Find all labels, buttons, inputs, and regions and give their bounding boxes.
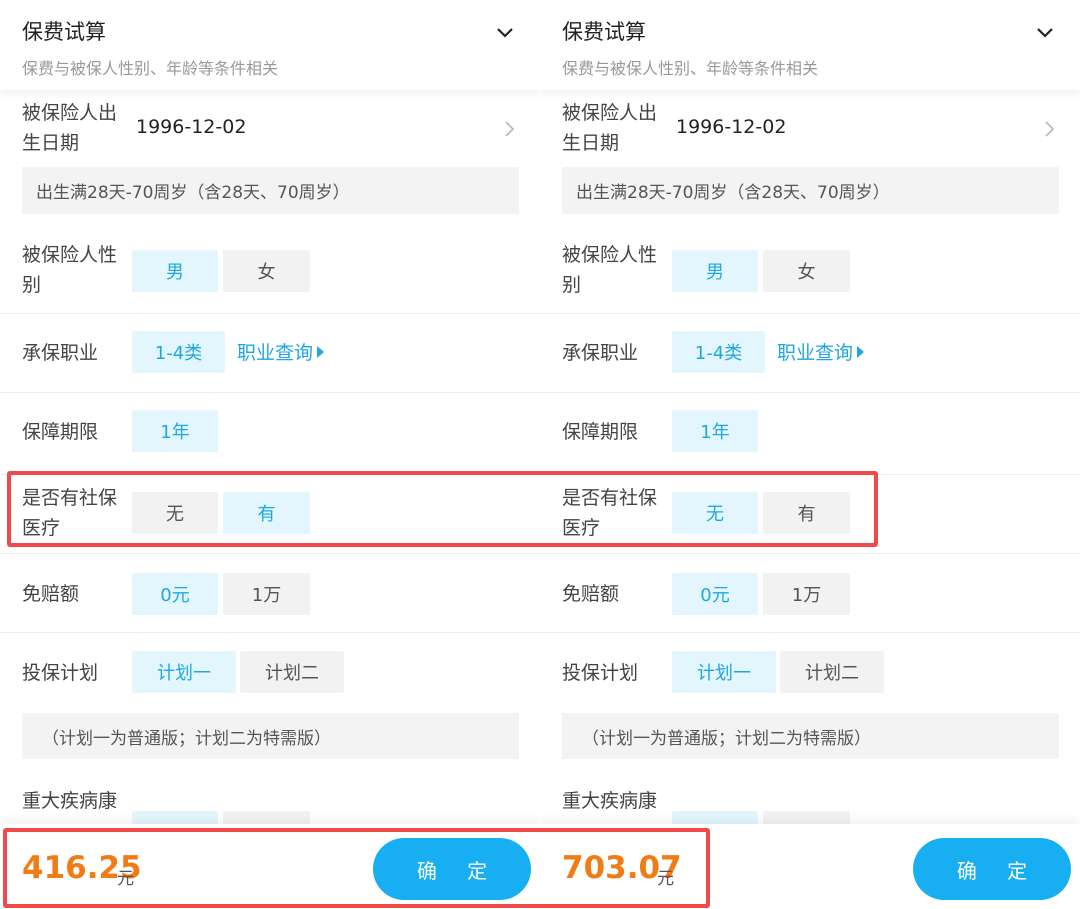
deductible-label: 免赔额	[22, 583, 80, 605]
plan-option-one[interactable]: 计划一	[132, 651, 236, 693]
social-insurance-row: 是否有社保 医疗 无 有	[0, 475, 540, 554]
plan-note: （计划一为普通版；计划二为特需版）	[562, 713, 1059, 759]
panel-header[interactable]: 保费试算 保费与被保人性别、年龄等条件相关	[540, 0, 1080, 90]
occupation-option[interactable]: 1-4类	[132, 331, 225, 373]
gender-label: 被保险人性 别	[562, 240, 670, 300]
gender-option-male[interactable]: 男	[132, 250, 218, 292]
occupation-lookup-link[interactable]: 职业查询	[237, 338, 325, 365]
confirm-button[interactable]: 确 定	[913, 838, 1071, 900]
social-option-yes[interactable]: 有	[223, 492, 310, 534]
term-row: 保障期限 1年	[540, 393, 1080, 475]
deductible-option-10k[interactable]: 1万	[763, 573, 850, 615]
critical-illness-label: 重大疾病康	[22, 790, 118, 812]
occupation-lookup-link[interactable]: 职业查询	[777, 338, 865, 365]
birth-date-row[interactable]: 被保险人出 生日期 1996-12-02 出生满28天-70周岁（含28天、70…	[540, 90, 1080, 230]
term-row: 保障期限 1年	[0, 393, 540, 475]
plan-option-two[interactable]: 计划二	[780, 651, 884, 693]
birth-date-label: 被保险人出 生日期	[562, 98, 670, 158]
term-label: 保障期限	[562, 421, 639, 443]
chevron-down-icon[interactable]	[496, 24, 514, 42]
occupation-lookup-label: 职业查询	[777, 342, 854, 364]
caret-right-icon	[857, 345, 865, 358]
birth-date-note: 出生满28天-70周岁（含28天、70周岁）	[22, 167, 519, 214]
deductible-label: 免赔额	[562, 583, 620, 605]
social-insurance-label: 是否有社保 医疗	[22, 483, 130, 543]
occupation-row: 承保职业 1-4类 职业查询	[540, 314, 1080, 393]
birth-date-row[interactable]: 被保险人出 生日期 1996-12-02 出生满28天-70周岁（含28天、70…	[0, 90, 540, 230]
plan-option-two[interactable]: 计划二	[240, 651, 344, 693]
gender-option-female[interactable]: 女	[223, 250, 310, 292]
birth-date-label-line2: 生日期	[22, 132, 80, 154]
birth-date-label: 被保险人出 生日期	[22, 98, 130, 158]
social-insurance-label: 是否有社保 医疗	[562, 483, 670, 543]
premium-calculator-panel-left: 保费试算 保费与被保人性别、年龄等条件相关 被保险人出 生日期 1996-12-…	[0, 0, 540, 909]
gender-label-line2: 别	[562, 274, 582, 296]
panel-subtitle: 保费与被保人性别、年龄等条件相关	[562, 59, 819, 78]
critical-illness-row: 重大疾病康	[540, 773, 1080, 824]
premium-calculator-panel-right: 保费试算 保费与被保人性别、年龄等条件相关 被保险人出 生日期 1996-12-…	[540, 0, 1080, 909]
gender-label-line1: 被保险人性	[562, 244, 658, 266]
chevron-right-icon[interactable]	[504, 120, 516, 138]
critical-option-2[interactable]	[223, 811, 310, 824]
occupation-label: 承保职业	[562, 342, 639, 364]
panel-header[interactable]: 保费试算 保费与被保人性别、年龄等条件相关	[0, 0, 540, 90]
term-option[interactable]: 1年	[132, 410, 218, 452]
plan-label: 投保计划	[22, 662, 99, 684]
plan-label: 投保计划	[562, 662, 639, 684]
term-option[interactable]: 1年	[672, 410, 758, 452]
deductible-option-10k[interactable]: 1万	[223, 573, 310, 615]
plan-note: （计划一为普通版；计划二为特需版）	[22, 713, 519, 759]
critical-illness-label: 重大疾病康	[562, 790, 658, 812]
panel-title: 保费试算	[562, 20, 646, 44]
critical-option-1[interactable]	[132, 811, 218, 824]
gender-label: 被保险人性 别	[22, 240, 130, 300]
critical-illness-row: 重大疾病康	[0, 773, 540, 824]
price-footer: 416.25 元 确 定	[0, 824, 540, 909]
premium-unit: 元	[657, 869, 674, 889]
chevron-right-icon[interactable]	[1044, 120, 1056, 138]
birth-date-label-line2: 生日期	[562, 132, 620, 154]
term-label: 保障期限	[22, 421, 99, 443]
panel-title: 保费试算	[22, 20, 106, 44]
plan-row: 投保计划 计划一 计划二 （计划一为普通版；计划二为特需版）	[540, 633, 1080, 773]
social-insurance-label-line1: 是否有社保	[22, 487, 118, 509]
caret-right-icon	[317, 345, 325, 358]
gender-option-male[interactable]: 男	[672, 250, 758, 292]
plan-option-one[interactable]: 计划一	[672, 651, 776, 693]
social-option-yes[interactable]: 有	[763, 492, 850, 534]
plan-row: 投保计划 计划一 计划二 （计划一为普通版；计划二为特需版）	[0, 633, 540, 773]
gender-label-line2: 别	[22, 274, 42, 296]
occupation-option[interactable]: 1-4类	[672, 331, 765, 373]
occupation-lookup-label: 职业查询	[237, 342, 314, 364]
social-insurance-label-line2: 医疗	[22, 517, 61, 539]
panel-subtitle: 保费与被保人性别、年龄等条件相关	[22, 59, 279, 78]
gender-label-line1: 被保险人性	[22, 244, 118, 266]
birth-date-note: 出生满28天-70周岁（含28天、70周岁）	[562, 167, 1059, 214]
birth-date-label-line1: 被保险人出	[22, 102, 118, 124]
social-insurance-row: 是否有社保 医疗 无 有	[540, 475, 1080, 554]
occupation-label: 承保职业	[22, 342, 99, 364]
gender-row: 被保险人性 别 男 女	[540, 230, 1080, 314]
deductible-row: 免赔额 0元 1万	[0, 554, 540, 633]
birth-date-value[interactable]: 1996-12-02	[676, 116, 786, 138]
occupation-row: 承保职业 1-4类 职业查询	[0, 314, 540, 393]
critical-option-1[interactable]	[672, 811, 758, 824]
price-footer: 703.07 元 确 定	[540, 824, 1080, 909]
critical-option-2[interactable]	[763, 811, 850, 824]
social-insurance-label-line2: 医疗	[562, 517, 601, 539]
premium-unit: 元	[117, 869, 134, 889]
deductible-option-0[interactable]: 0元	[672, 573, 758, 615]
social-option-no[interactable]: 无	[672, 492, 758, 534]
social-option-no[interactable]: 无	[132, 492, 218, 534]
deductible-option-0[interactable]: 0元	[132, 573, 218, 615]
birth-date-value[interactable]: 1996-12-02	[136, 116, 246, 138]
deductible-row: 免赔额 0元 1万	[540, 554, 1080, 633]
gender-row: 被保险人性 别 男 女	[0, 230, 540, 314]
gender-option-female[interactable]: 女	[763, 250, 850, 292]
birth-date-label-line1: 被保险人出	[562, 102, 658, 124]
social-insurance-label-line1: 是否有社保	[562, 487, 658, 509]
confirm-button[interactable]: 确 定	[373, 838, 531, 900]
chevron-down-icon[interactable]	[1036, 24, 1054, 42]
